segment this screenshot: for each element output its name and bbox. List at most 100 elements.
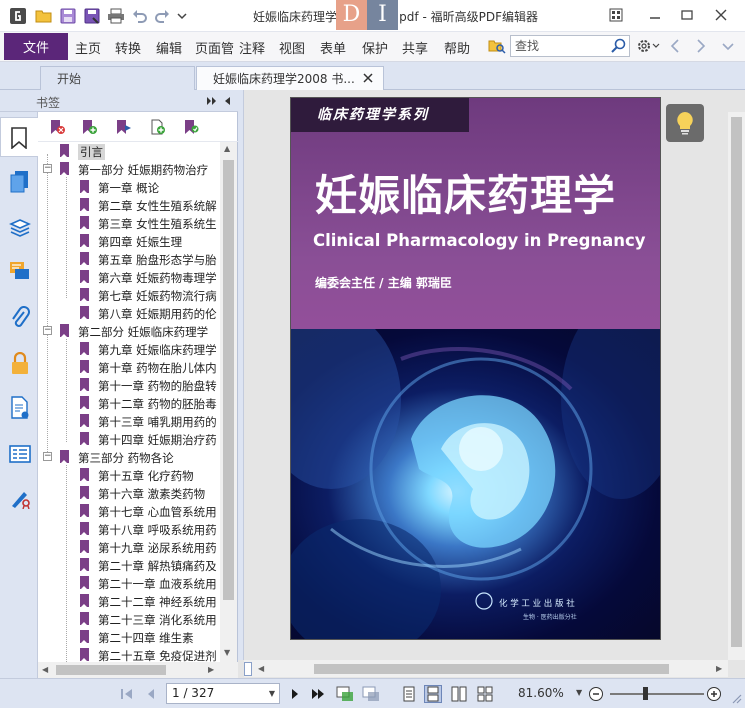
bookmark-item[interactable]: 第十三章 哺乳期用药的: [38, 412, 220, 430]
security-lock-icon[interactable]: [6, 350, 34, 378]
layers-panel-icon[interactable]: [6, 214, 34, 242]
bookmark-vertical-scrollbar[interactable]: ▲ ▼: [220, 142, 237, 662]
bookmark-item[interactable]: 第十一章 药物的胎盘转: [38, 376, 220, 394]
single-page-view-icon[interactable]: [400, 685, 418, 703]
bookmark-item[interactable]: 第二十五章 免疫促进剂: [38, 646, 220, 662]
rail-bookmark-tab[interactable]: [0, 117, 38, 157]
menu-protect[interactable]: 保护: [362, 38, 388, 57]
customize-chevron-icon[interactable]: [175, 7, 189, 25]
bookmark-item[interactable]: 第十九章 泌尿系统用药: [38, 538, 220, 556]
bookmark-item[interactable]: 第十六章 激素类药物: [38, 484, 220, 502]
scroll-right-arrow-icon[interactable]: ▶: [716, 664, 722, 673]
search-icon[interactable]: [611, 38, 627, 57]
content-panel-icon[interactable]: [6, 440, 34, 468]
maximize-icon[interactable]: [675, 4, 699, 26]
bookmark-item[interactable]: 第二十四章 维生素: [38, 628, 220, 646]
bookmark-item[interactable]: 第十四章 妊娠期治疗药: [38, 430, 220, 448]
menu-edit[interactable]: 编辑: [156, 38, 182, 57]
scroll-thumb[interactable]: [314, 664, 669, 674]
nav-forward-icon[interactable]: [696, 39, 706, 56]
menu-share[interactable]: 共享: [402, 38, 428, 57]
bookmark-item[interactable]: 第十二章 药物的胚胎毒: [38, 394, 220, 412]
zoom-in-icon[interactable]: [705, 685, 723, 703]
new-bookmark-from-page-icon[interactable]: [150, 119, 166, 135]
tips-lightbulb-button[interactable]: [666, 104, 704, 142]
bookmark-item[interactable]: 第六章 妊娠药物毒理学: [38, 268, 220, 286]
bookmark-item[interactable]: 第七章 妊娠药物流行病: [38, 286, 220, 304]
collapse-node-icon[interactable]: −: [43, 452, 52, 461]
bookmark-item[interactable]: 第十七章 心血管系统用: [38, 502, 220, 520]
bookmark-item[interactable]: − 第二部分 妊娠临床药理学: [38, 322, 220, 340]
folder-search-icon[interactable]: [488, 38, 506, 57]
document-horizontal-scrollbar[interactable]: ◀ ▶: [244, 660, 728, 677]
redo-icon[interactable]: [153, 7, 171, 25]
menu-convert[interactable]: 转换: [115, 38, 141, 57]
menu-comment[interactable]: 注释: [239, 38, 265, 57]
scroll-thumb[interactable]: [731, 117, 742, 647]
bookmark-item[interactable]: 第三章 女性生殖系统生: [38, 214, 220, 232]
pages-panel-icon[interactable]: [6, 168, 34, 196]
expand-panel-icon[interactable]: [206, 95, 218, 109]
bookmark-item[interactable]: 第二十二章 神经系统用: [38, 592, 220, 610]
resize-grip-icon[interactable]: [727, 689, 745, 707]
zoom-slider-thumb[interactable]: [643, 687, 648, 700]
close-tab-icon[interactable]: [363, 72, 373, 86]
zoom-dropdown-icon[interactable]: ▼: [576, 688, 582, 697]
bookmark-item[interactable]: 第十八章 呼吸系统用药: [38, 520, 220, 538]
document-properties-icon[interactable]: [6, 394, 34, 422]
dropdown-arrow-icon[interactable]: ▼: [269, 684, 275, 703]
continuous-facing-view-icon[interactable]: [476, 685, 494, 703]
split-view-handle[interactable]: [244, 662, 252, 676]
last-page-icon[interactable]: [310, 685, 328, 703]
ribbon-collapse-icon[interactable]: [722, 41, 734, 55]
menu-home[interactable]: 主页: [75, 38, 101, 57]
next-page-icon[interactable]: [286, 685, 304, 703]
page-fit-icon[interactable]: [336, 685, 354, 703]
scroll-down-arrow-icon[interactable]: ▼: [224, 648, 230, 657]
comments-panel-icon[interactable]: [6, 258, 34, 286]
bookmark-item[interactable]: 第十章 药物在胎儿体内: [38, 358, 220, 376]
zoom-level[interactable]: 81.60%: [518, 686, 564, 700]
zoom-out-icon[interactable]: [587, 685, 605, 703]
settings-gear-icon[interactable]: [636, 38, 660, 57]
page-insert-icon[interactable]: [362, 685, 380, 703]
collapse-node-icon[interactable]: −: [43, 326, 52, 335]
facing-view-icon[interactable]: [450, 685, 468, 703]
menu-view[interactable]: 视图: [279, 38, 305, 57]
search-input[interactable]: [511, 36, 611, 56]
bookmark-item[interactable]: 第五章 胎盘形态学与胎: [38, 250, 220, 268]
bookmark-item[interactable]: 第二十一章 血液系统用: [38, 574, 220, 592]
bookmark-item[interactable]: − 第一部分 妊娠期药物治疗: [38, 160, 220, 178]
scroll-right-arrow-icon[interactable]: ▶: [208, 665, 214, 674]
search-box[interactable]: [510, 35, 630, 57]
menu-page-manage[interactable]: 页面管: [195, 38, 238, 57]
add-bookmark-icon[interactable]: [82, 119, 98, 135]
document-vertical-scrollbar[interactable]: [728, 112, 745, 660]
attachments-panel-icon[interactable]: [6, 304, 34, 332]
find-bookmark-icon[interactable]: [184, 119, 200, 135]
collapse-node-icon[interactable]: −: [43, 164, 52, 173]
zoom-slider-track[interactable]: [610, 693, 704, 695]
menu-form[interactable]: 表单: [320, 38, 346, 57]
nav-back-icon[interactable]: [670, 39, 680, 56]
page-number-dropdown[interactable]: 1 / 327 ▼: [166, 683, 280, 704]
previous-page-icon[interactable]: [142, 685, 160, 703]
scroll-thumb[interactable]: [56, 665, 166, 675]
bookmark-item[interactable]: 引言: [38, 142, 220, 160]
promote-bookmark-icon[interactable]: [116, 119, 132, 135]
undo-icon[interactable]: [131, 7, 149, 25]
bookmark-item[interactable]: 第二十三章 消化系统用: [38, 610, 220, 628]
save-icon[interactable]: [58, 7, 78, 25]
bookmark-item[interactable]: 第九章 妊娠临床药理学: [38, 340, 220, 358]
scroll-left-arrow-icon[interactable]: ◀: [42, 665, 48, 674]
print-icon[interactable]: [106, 7, 126, 25]
bookmark-item[interactable]: 第八章 妊娠期用药的伦: [38, 304, 220, 322]
tab-document[interactable]: 妊娠临床药理学2008 书...: [196, 66, 384, 90]
scroll-left-arrow-icon[interactable]: ◀: [258, 664, 264, 673]
scroll-thumb[interactable]: [223, 160, 234, 600]
tab-start[interactable]: 开始: [40, 66, 195, 90]
file-menu-button[interactable]: 文件: [4, 33, 68, 60]
first-page-icon[interactable]: [118, 685, 136, 703]
app-logo-icon[interactable]: [8, 7, 28, 25]
signature-panel-icon[interactable]: [6, 484, 34, 512]
